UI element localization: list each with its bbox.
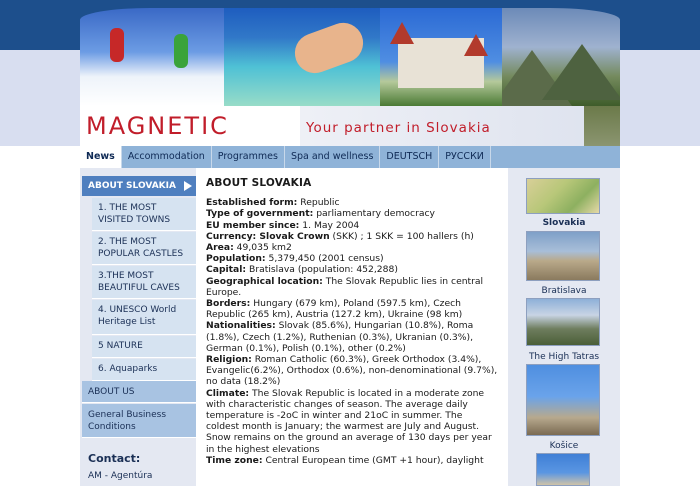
info-value: Republic: [297, 197, 340, 209]
sidebar-item-caves[interactable]: 3.THE MOST BEAUTIFUL CAVES: [92, 266, 196, 299]
skier-figure: [110, 28, 124, 62]
sidebar-heading-label: ABOUT SLOVAKIA: [88, 181, 176, 191]
info-row: Type of government: parliamentary democr…: [206, 208, 498, 219]
nav-russian[interactable]: РУССКИ: [439, 146, 491, 168]
info-row: Time zone: Central European time (GMT +1…: [206, 455, 498, 466]
thumbnail-caption[interactable]: Slovakia: [508, 218, 620, 228]
skiing-photo: [80, 8, 224, 106]
info-label: Time zone:: [206, 454, 263, 466]
info-value: Central European time (GMT +1 hour), day…: [262, 454, 484, 466]
info-label: EU member since:: [206, 219, 300, 231]
info-row: Religion: Roman Catholic (60.3%), Greek …: [206, 354, 498, 388]
bratislava-thumbnail[interactable]: [526, 231, 600, 281]
info-value: parliamentary democracy: [313, 208, 435, 220]
info-value: 1. May 2004: [299, 219, 360, 231]
info-value: 5,379,450 (2001 census): [265, 253, 384, 265]
info-label: Population:: [206, 253, 266, 265]
info-row: Borders: Hungary (679 km), Poland (597.5…: [206, 298, 498, 320]
info-row: EU member since: 1. May 2004: [206, 220, 498, 231]
triangle-right-icon: [184, 181, 192, 191]
nav-spa-wellness[interactable]: Spa and wellness: [285, 146, 381, 168]
page-title: ABOUT SLOVAKIA: [206, 177, 312, 189]
info-row: Climate: The Slovak Republic is located …: [206, 388, 498, 455]
sidebar-item-aquaparks[interactable]: 6. Aquaparks: [92, 359, 196, 381]
info-value: Bratislava (population: 452,288): [246, 264, 398, 276]
info-label: Nationalities:: [206, 320, 276, 332]
castle-tower-roof: [464, 34, 488, 56]
skier-figure: [174, 34, 188, 68]
info-value: The Slovak Republic is located in a mode…: [206, 387, 492, 455]
info-row: Nationalities: Slovak (85.6%), Hungarian…: [206, 320, 498, 354]
info-row: Population: 5,379,450 (2001 census): [206, 253, 498, 264]
nav-deutsch[interactable]: DEUTSCH: [380, 146, 440, 168]
info-value: (SKK) ; 1 SKK = 100 hallers (h): [329, 230, 474, 242]
sidebar-item-unesco[interactable]: 4. UNESCO World Heritage List: [92, 300, 196, 335]
spa-photo: [224, 8, 380, 106]
info-row: Established form: Republic: [206, 197, 498, 208]
mountain-shape: [542, 44, 620, 100]
nav-programmes[interactable]: Programmes: [212, 146, 285, 168]
info-row: Capital: Bratislava (population: 452,288…: [206, 264, 498, 275]
mountain-photo: [502, 8, 620, 106]
nav-news[interactable]: News: [80, 146, 122, 168]
castle-tower-roof: [390, 22, 414, 44]
header-banner: MAGNETIC Your partner in Slovakia: [80, 8, 620, 146]
contact-title: Contact:: [88, 452, 141, 465]
sidebar-item-business-conditions[interactable]: General Business Conditions: [82, 404, 196, 438]
info-label: Borders:: [206, 298, 251, 310]
sidebar-item-castles[interactable]: 2. THE MOST POPULAR CASTLES: [92, 232, 196, 265]
sidebar-item-visited-towns[interactable]: 1. THE MOST VISITED TOWNS: [92, 198, 196, 231]
rock-image: [584, 106, 620, 146]
info-label: Climate:: [206, 387, 250, 399]
info-value: 49,035 km2: [233, 242, 292, 254]
header-photo-strip: [80, 8, 620, 106]
bather-figure: [289, 17, 369, 79]
info-label: Currency: Slovak Crown: [206, 230, 330, 242]
main-content: ABOUT SLOVAKIA Established form: Republi…: [206, 177, 498, 466]
nav-accommodation[interactable]: Accommodation: [122, 146, 212, 168]
info-label: Area:: [206, 242, 234, 254]
church-thumbnail[interactable]: [536, 453, 590, 486]
info-row: Currency: Slovak Crown (SKK) ; 1 SKK = 1…: [206, 231, 498, 242]
contact-line: AM - Agentúra: [88, 471, 153, 481]
info-label: Established form:: [206, 197, 298, 209]
sidebar-item-nature[interactable]: 5 NATURE: [92, 336, 196, 358]
info-label: Capital:: [206, 264, 247, 276]
high-tatras-thumbnail[interactable]: [526, 298, 600, 346]
info-label: Religion:: [206, 354, 252, 366]
kosice-thumbnail[interactable]: [526, 364, 600, 436]
sidebar-item-about-us[interactable]: ABOUT US: [82, 381, 196, 403]
thumbnail-caption[interactable]: The High Tatras: [508, 352, 620, 362]
info-row: Geographical location: The Slovak Republ…: [206, 276, 498, 298]
slovakia-map-thumbnail[interactable]: [526, 178, 600, 214]
thumbnail-caption[interactable]: Bratislava: [508, 286, 620, 296]
tagline: Your partner in Slovakia: [306, 120, 491, 136]
castle-photo: [380, 8, 502, 106]
info-label: Geographical location:: [206, 275, 323, 287]
thumbnail-caption[interactable]: Košice: [508, 441, 620, 451]
info-label: Type of government:: [206, 208, 314, 220]
info-row: Area: 49,035 km2: [206, 242, 498, 253]
sidebar-heading-about-slovakia[interactable]: ABOUT SLOVAKIA: [82, 176, 196, 196]
main-nav: News Accommodation Programmes Spa and we…: [80, 146, 620, 168]
brand-logo[interactable]: MAGNETIC: [86, 112, 229, 140]
